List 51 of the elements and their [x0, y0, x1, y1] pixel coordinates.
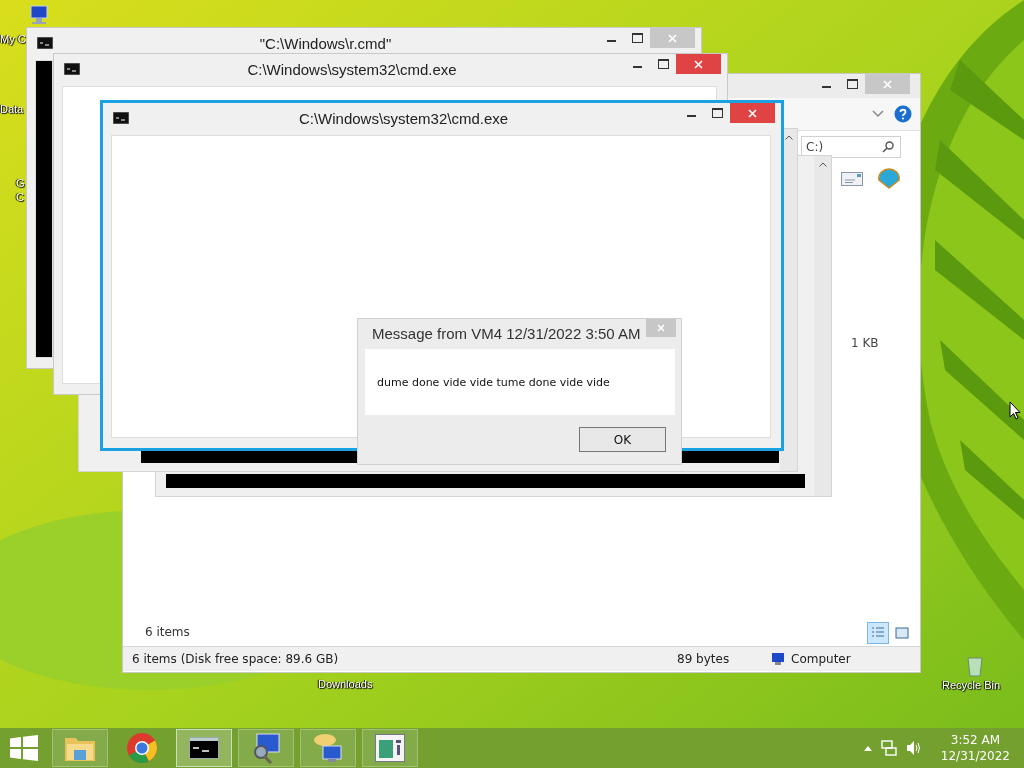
desktop-icon-label[interactable]: My C: [0, 33, 26, 45]
location-text: Computer: [791, 652, 851, 666]
cursor-icon: [1009, 401, 1021, 421]
monitor-icon: [251, 732, 281, 764]
envelope-icon[interactable]: [841, 172, 863, 186]
clock-date[interactable]: 12/31/2022: [940, 748, 1010, 764]
start-icon[interactable]: [10, 735, 38, 761]
desktop-icon-label[interactable]: G: [16, 177, 25, 189]
taskbar-button[interactable]: [362, 729, 418, 767]
recycle-bin-icon[interactable]: [965, 655, 985, 677]
computer-icon: [769, 652, 785, 666]
item-count-text: 6 items: [145, 625, 190, 639]
console-icon: [113, 112, 129, 124]
console-icon: [64, 63, 80, 75]
ok-button[interactable]: OK: [579, 427, 666, 452]
show-hidden-icons-icon[interactable]: [863, 745, 872, 751]
message-text: dume done vide vide tume done vide vide: [377, 375, 610, 389]
network-icon[interactable]: [880, 740, 897, 756]
clock-time[interactable]: 3:52 AM: [950, 732, 1001, 748]
details-view-icon[interactable]: [867, 622, 889, 644]
chat-icon: [313, 732, 343, 764]
dialog-title: Message from VM4 12/31/2022 3:50 AM: [372, 324, 642, 342]
desktop-icon-label[interactable]: Data: [0, 103, 24, 115]
search-field[interactable]: C:): [801, 136, 901, 158]
close-icon: [668, 33, 677, 43]
status-text: 6 items (Disk free space: 89.6 GB): [132, 652, 340, 666]
volume-icon[interactable]: [905, 740, 922, 756]
window-title: "C:\Windows\r.cmd": [258, 34, 393, 52]
close-icon: [657, 324, 665, 332]
console-icon: [189, 737, 219, 759]
selection-size-text: 89 bytes: [677, 652, 731, 666]
close-icon: [694, 59, 703, 69]
window-icon: [375, 734, 405, 762]
shell-icon[interactable]: [877, 168, 901, 190]
close-icon: [748, 108, 757, 118]
desktop-icon-label[interactable]: Recycle Bin: [942, 679, 1001, 691]
window-title: C:\Windows\system32\cmd.exe: [297, 109, 510, 127]
window-title: C:\Windows\system32\cmd.exe: [246, 60, 458, 78]
help-icon[interactable]: [894, 105, 912, 123]
scroll-up-icon[interactable]: [818, 162, 827, 167]
chevron-icon[interactable]: [872, 110, 884, 118]
scroll-up-icon[interactable]: [784, 135, 793, 140]
search-icon: [882, 141, 894, 153]
file-size-text: 1 KB: [851, 336, 879, 350]
desktop-icon-label[interactable]: Downloads: [318, 678, 373, 690]
close-icon: [883, 79, 892, 89]
computer-icon[interactable]: [28, 5, 50, 25]
taskbar-button[interactable]: [176, 729, 232, 767]
desktop-icon-label[interactable]: C: [16, 191, 24, 203]
browser-icon: [126, 732, 158, 764]
console-icon: [37, 37, 53, 49]
